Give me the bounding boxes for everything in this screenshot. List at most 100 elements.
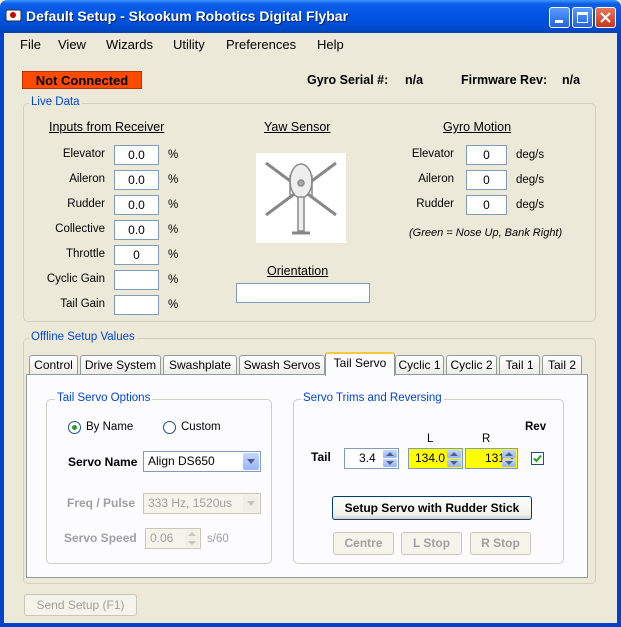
motion-label-elevator: Elevator <box>411 148 454 160</box>
app-icon[interactable] <box>5 8 22 23</box>
firmware-label: Firmware Rev: <box>461 73 548 87</box>
input-unit: % <box>168 299 179 311</box>
tab-swash-servos[interactable]: Swash Servos <box>239 355 325 375</box>
tail-trim-value: 3.4 <box>359 451 376 465</box>
servo-name-value: Align DS650 <box>148 454 215 468</box>
col-l-label: L <box>427 433 434 445</box>
maximize-button[interactable] <box>572 7 593 28</box>
col-r-label: R <box>482 433 491 445</box>
tab-tail-2[interactable]: Tail 2 <box>542 355 582 375</box>
input-elevator-value: 0.0 <box>114 145 159 165</box>
input-label-collective: Collective <box>55 223 105 235</box>
tab-swashplate[interactable]: Swashplate <box>163 355 237 375</box>
radio-by-name[interactable] <box>68 421 81 434</box>
motion-rudder-value: 0 <box>466 195 507 215</box>
input-throttle-value: 0 <box>114 245 159 265</box>
input-unit: % <box>168 274 179 286</box>
spinner-buttons[interactable] <box>185 530 199 547</box>
spin-down-icon[interactable] <box>383 459 397 467</box>
orientation-field <box>236 283 370 303</box>
gyro-serial-label: Gyro Serial #: <box>307 73 389 87</box>
motion-label-rudder: Rudder <box>416 198 454 210</box>
spin-down-icon[interactable] <box>447 459 461 467</box>
radio-custom[interactable] <box>163 421 176 434</box>
tail-servo-options-title: Tail Servo Options <box>55 392 153 404</box>
freq-pulse-label: Freq / Pulse <box>67 496 136 510</box>
rev-checkbox[interactable] <box>531 452 544 465</box>
tab-cyclic-1[interactable]: Cyclic 1 <box>395 355 444 375</box>
servo-trims-title: Servo Trims and Reversing <box>301 392 444 404</box>
input-label-cyclic-gain: Cyclic Gain <box>46 273 105 285</box>
input-unit: % <box>168 224 179 236</box>
freq-pulse-value: 333 Hz, 1520us <box>148 496 233 510</box>
input-unit: % <box>168 199 179 211</box>
input-unit: % <box>168 149 179 161</box>
freq-pulse-select[interactable]: 333 Hz, 1520us <box>143 493 261 514</box>
spin-up-icon[interactable] <box>185 530 199 538</box>
helicopter-image <box>256 153 346 243</box>
menu-file[interactable]: File <box>20 37 41 52</box>
spin-up-icon[interactable] <box>502 450 516 458</box>
centre-button[interactable]: Centre <box>333 532 394 555</box>
radio-by-name-label[interactable]: By Name <box>86 421 133 433</box>
tail-l-stop-spinner[interactable]: 134.0 <box>408 448 463 469</box>
close-icon <box>600 12 611 23</box>
col-rev-label: Rev <box>525 421 547 433</box>
live-data-title: Live Data <box>29 96 82 108</box>
tail-trim-spinner[interactable]: 3.4 <box>344 448 399 469</box>
input-aileron-value: 0.0 <box>114 170 159 190</box>
close-button[interactable] <box>595 7 616 28</box>
r-stop-button[interactable]: R Stop <box>470 532 531 555</box>
menu-view[interactable]: View <box>58 37 86 52</box>
input-tail-gain-value <box>114 295 159 315</box>
tab-control[interactable]: Control <box>29 355 78 375</box>
spinner-buttons[interactable] <box>383 450 397 467</box>
gyro-motion-title: Gyro Motion <box>443 120 512 134</box>
spinner-buttons[interactable] <box>447 450 461 467</box>
servo-speed-label: Servo Speed <box>64 531 137 545</box>
tail-row-label: Tail <box>311 450 331 464</box>
setup-servo-rudder-button[interactable]: Setup Servo with Rudder Stick <box>332 496 532 520</box>
input-unit: % <box>168 174 179 186</box>
menu-wizards[interactable]: Wizards <box>106 37 153 52</box>
inputs-title: Inputs from Receiver <box>49 120 165 134</box>
tail-r-stop-spinner[interactable]: 131.2 <box>465 448 518 469</box>
send-setup-button[interactable]: Send Setup (F1) <box>24 594 137 616</box>
window-frame-bottom <box>0 623 621 627</box>
radio-custom-label[interactable]: Custom <box>181 421 221 433</box>
helicopter-icon <box>265 161 337 235</box>
firmware-value: n/a <box>562 73 581 87</box>
menu-utility[interactable]: Utility <box>173 37 205 52</box>
menu-preferences[interactable]: Preferences <box>226 37 296 52</box>
tab-tail-servo[interactable]: Tail Servo <box>325 352 395 376</box>
spin-down-icon[interactable] <box>185 539 199 547</box>
input-cyclic-gain-value <box>114 270 159 290</box>
spin-down-icon[interactable] <box>502 459 516 467</box>
gyro-serial-value: n/a <box>405 73 424 87</box>
window-title: Default Setup - Skookum Robotics Digital… <box>26 8 349 24</box>
servo-speed-spinner[interactable]: 0.06 <box>145 528 201 549</box>
minimize-button[interactable] <box>549 7 570 28</box>
tab-tail-1[interactable]: Tail 1 <box>499 355 540 375</box>
window-frame-right <box>617 33 621 627</box>
menu-bar <box>4 33 617 55</box>
servo-name-select[interactable]: Align DS650 <box>143 451 261 472</box>
motion-unit: deg/s <box>516 174 545 186</box>
input-label-tail-gain: Tail Gain <box>60 298 105 310</box>
spin-up-icon[interactable] <box>447 450 461 458</box>
input-label-throttle: Throttle <box>66 248 105 260</box>
yaw-sensor-title: Yaw Sensor <box>264 120 331 134</box>
chevron-down-icon[interactable] <box>243 495 259 512</box>
offline-setup-title: Offline Setup Values <box>29 331 137 343</box>
motion-elevator-value: 0 <box>466 145 507 165</box>
tab-cyclic-2[interactable]: Cyclic 2 <box>446 355 497 375</box>
tab-drive-system[interactable]: Drive System <box>80 355 161 375</box>
spin-up-icon[interactable] <box>383 450 397 458</box>
motion-unit: deg/s <box>516 199 545 211</box>
l-stop-button[interactable]: L Stop <box>401 532 462 555</box>
input-collective-value: 0.0 <box>114 220 159 240</box>
orientation-title: Orientation <box>267 264 329 278</box>
chevron-down-icon[interactable] <box>243 453 259 470</box>
spinner-buttons[interactable] <box>502 450 516 467</box>
menu-help[interactable]: Help <box>317 37 344 52</box>
